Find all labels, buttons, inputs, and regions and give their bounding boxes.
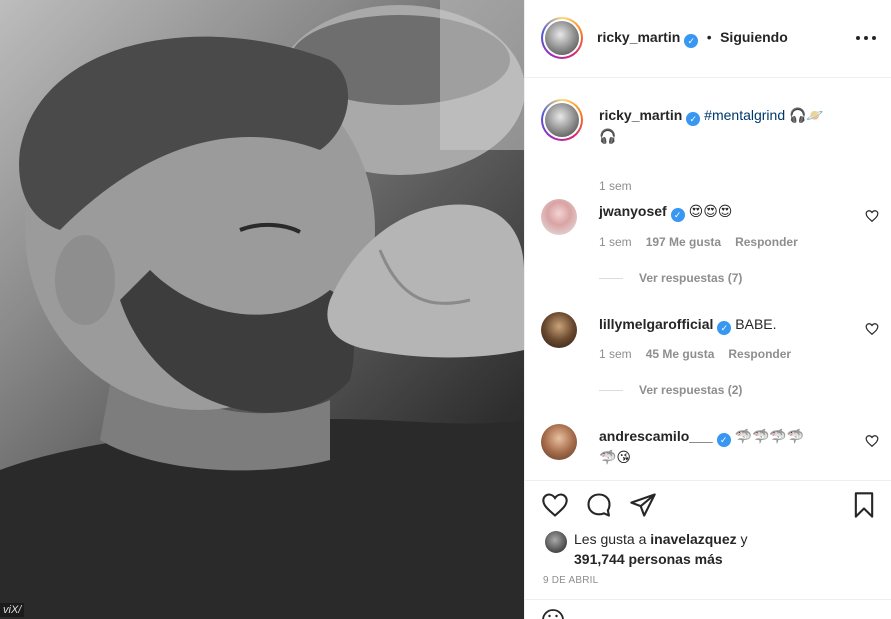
photo-illustration: [0, 0, 524, 619]
comment-text: 🦈🦈🦈🦈: [734, 428, 805, 444]
view-replies-button[interactable]: Ver respuestas (2): [599, 383, 742, 397]
comment-likes[interactable]: 45 Me gusta: [646, 347, 715, 361]
verified-icon: ✓: [670, 208, 685, 222]
comment-username[interactable]: lillymelgarofficial: [599, 316, 713, 332]
comment-like-heart-icon[interactable]: [865, 434, 879, 448]
caption-emojis: 🎧🪐: [789, 107, 824, 123]
comments-list[interactable]: ricky_martin ✓ #mentalgrind 🎧🪐 🎧 1 sem jw…: [525, 79, 891, 479]
post-header: ricky_martin ✓ • Siguiendo: [525, 0, 891, 78]
emoji-icon[interactable]: [541, 607, 565, 619]
caption-avatar[interactable]: [541, 99, 583, 141]
post-side-panel: ricky_martin ✓ • Siguiendo ricky_martin ✓ …: [524, 0, 891, 619]
photo-watermark: viX/: [0, 603, 25, 617]
comment-avatar[interactable]: [541, 199, 577, 235]
post-actions: Les gusta a inavelazquez y 391,744 perso…: [525, 480, 891, 619]
comment-like-heart-icon[interactable]: [865, 322, 879, 336]
more-icon[interactable]: [856, 30, 876, 46]
comment-text-line2: 🦈😘: [599, 449, 632, 465]
verified-icon: ✓: [686, 112, 701, 126]
view-replies-label: Ver respuestas (7): [639, 271, 743, 285]
comment-username[interactable]: jwanyosef: [599, 203, 667, 219]
caption-time[interactable]: 1 sem: [599, 179, 632, 193]
heart-icon[interactable]: [541, 491, 569, 519]
share-icon[interactable]: [629, 491, 657, 519]
post-photo[interactable]: viX/: [0, 0, 524, 619]
likes-prefix: Les gusta a: [574, 531, 647, 547]
comment-reply-button[interactable]: Responder: [735, 235, 798, 249]
comment-text: 😍😍😍: [688, 203, 733, 219]
likes-suffix: y: [740, 531, 748, 547]
view-replies-button[interactable]: Ver respuestas (7): [599, 271, 742, 285]
comment-avatar[interactable]: [541, 424, 577, 460]
comment-time[interactable]: 1 sem: [599, 347, 632, 361]
comment-avatar[interactable]: [541, 312, 577, 348]
post-date[interactable]: 9 DE ABRIL: [543, 575, 598, 586]
comment-text: BABE.: [735, 316, 777, 332]
liker-username[interactable]: inavelazquez: [650, 531, 736, 547]
comment-reply-button[interactable]: Responder: [728, 347, 791, 361]
comment-like-heart-icon[interactable]: [865, 209, 879, 223]
comment-likes[interactable]: 197 Me gusta: [646, 235, 721, 249]
view-replies-label: Ver respuestas (2): [639, 383, 743, 397]
follow-status-button[interactable]: Siguiendo: [720, 29, 788, 45]
header-separator: •: [706, 29, 712, 45]
caption-text: ricky_martin ✓ #mentalgrind 🎧🪐 🎧: [599, 105, 869, 146]
divider: [525, 599, 891, 600]
liker-avatar[interactable]: [545, 531, 567, 553]
verified-icon: ✓: [716, 433, 731, 447]
likes-count[interactable]: 391,744 personas más: [574, 551, 723, 567]
verified-icon: ✓: [684, 34, 699, 48]
header-avatar[interactable]: [541, 17, 583, 59]
bookmark-icon[interactable]: [850, 491, 878, 519]
comment-time[interactable]: 1 sem: [599, 235, 632, 249]
comment-username[interactable]: andrescamilo___: [599, 428, 713, 444]
header-username[interactable]: ricky_martin: [597, 29, 680, 45]
verified-icon: ✓: [717, 321, 732, 335]
caption-hashtag[interactable]: #mentalgrind: [704, 107, 785, 123]
comment-icon[interactable]: [585, 491, 613, 519]
caption-emojis-line2: 🎧: [599, 128, 617, 144]
caption-username[interactable]: ricky_martin: [599, 107, 682, 123]
